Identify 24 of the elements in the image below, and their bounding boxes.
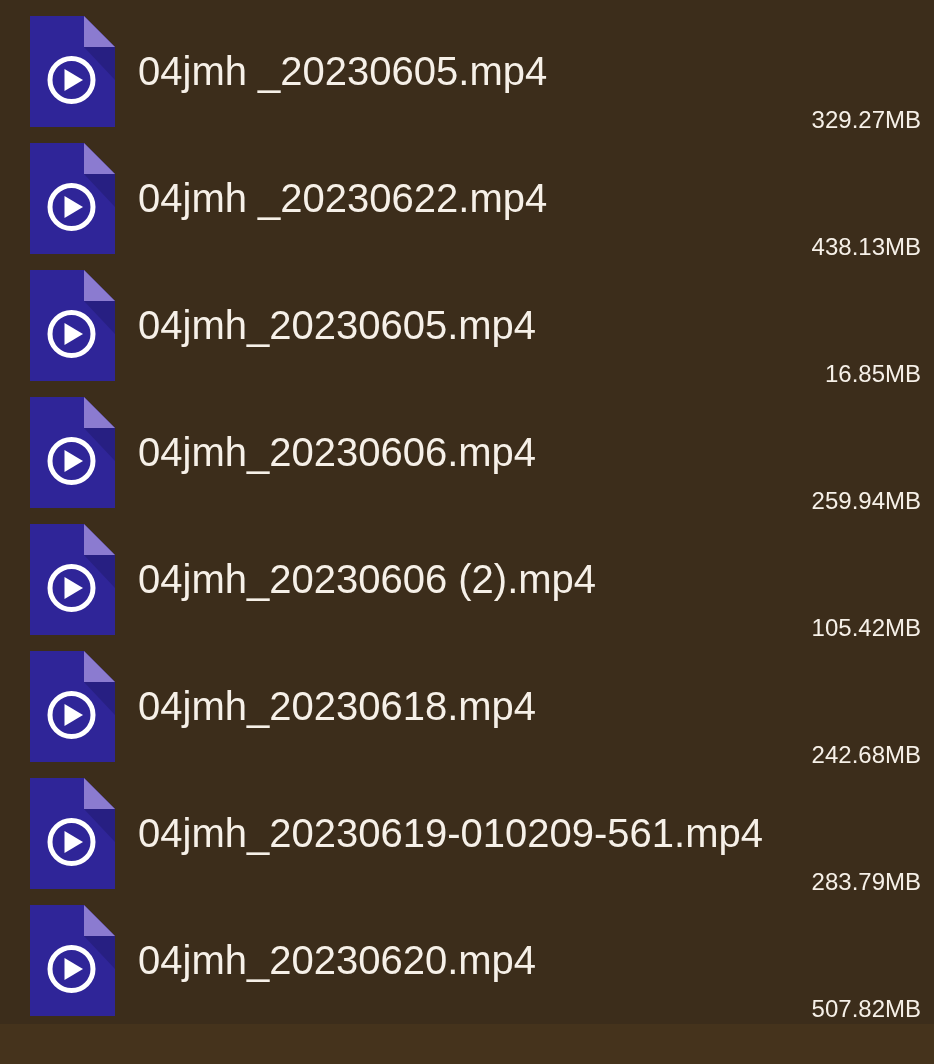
file-name: 04jmh_20230619-010209-561.mp4: [138, 810, 763, 856]
file-size: 259.94MB: [811, 487, 921, 515]
video-file-icon: [30, 905, 115, 1016]
file-name: 04jmh _20230622.mp4: [138, 175, 548, 221]
file-name: 04jmh_20230606.mp4: [138, 429, 537, 475]
video-file-icon: [30, 270, 115, 381]
file-size: 105.42MB: [811, 614, 921, 642]
video-file-icon: [30, 397, 115, 508]
file-size: 242.68MB: [811, 741, 921, 769]
file-name: 04jmh_20230618.mp4: [138, 683, 537, 729]
video-file-icon: [30, 524, 115, 635]
video-file-icon: [30, 778, 115, 889]
file-size: 329.27MB: [811, 106, 921, 134]
file-size: 283.79MB: [811, 868, 921, 896]
file-name: 04jmh_20230605.mp4: [138, 302, 537, 348]
file-size: 16.85MB: [824, 360, 921, 388]
file-size: 438.13MB: [811, 233, 921, 261]
file-name: 04jmh_20230606 (2).mp4: [138, 556, 597, 602]
file-name: 04jmh_20230620.mp4: [138, 937, 537, 983]
video-file-icon: [30, 651, 115, 762]
file-name: 04jmh _20230605.mp4: [138, 48, 548, 94]
video-file-icon: [30, 16, 115, 127]
video-file-icon: [30, 143, 115, 254]
file-size: 507.82MB: [811, 995, 921, 1023]
